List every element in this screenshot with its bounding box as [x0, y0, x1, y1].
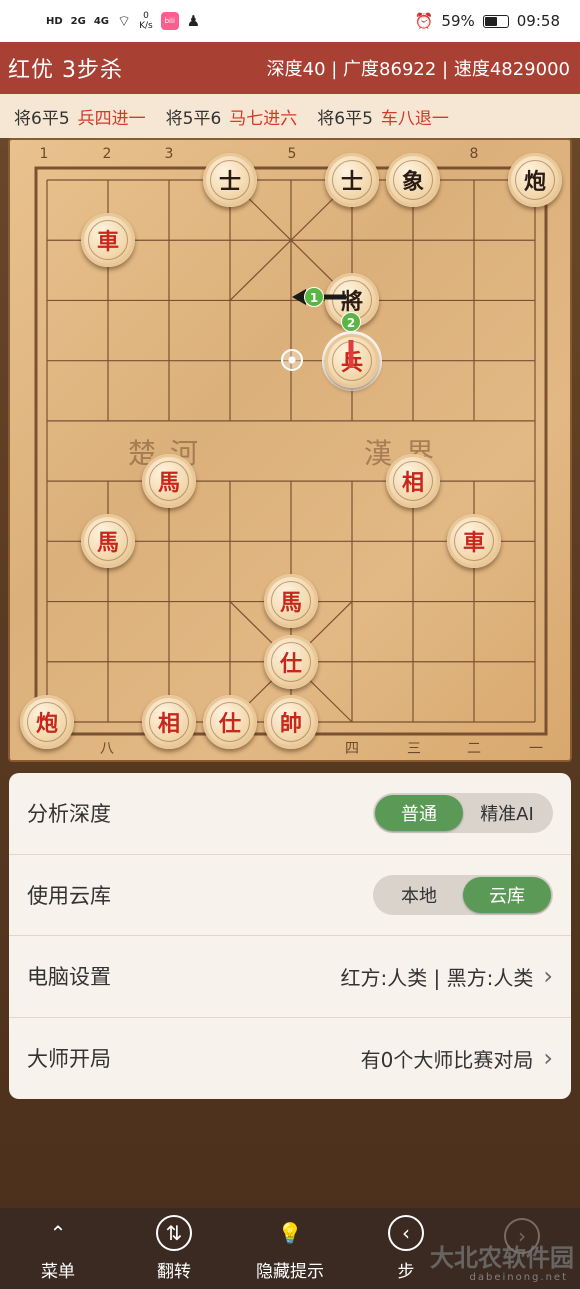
piece-label: 相	[393, 461, 433, 501]
alarm-icon: ⏰	[414, 12, 434, 30]
file-label-top: 5	[287, 146, 297, 162]
piece-label: 相	[149, 701, 189, 742]
piece-red[interactable]: 仕	[203, 694, 257, 749]
piece-label: 車	[88, 220, 128, 261]
piece-black[interactable]: 炮	[508, 153, 562, 207]
file-label-bottom: 四	[345, 741, 359, 757]
hd-indicator: HD	[46, 15, 63, 27]
cloud-library-label: 使用云库	[27, 883, 111, 908]
piece-label: 車	[454, 521, 494, 562]
piece-label: 馬	[271, 581, 311, 622]
bilibili-app-icon: bili	[160, 12, 179, 30]
piece-red[interactable]: 相	[386, 454, 440, 508]
flip-button[interactable]: ⇅ 翻转	[124, 1215, 224, 1282]
file-label-top: 1	[39, 146, 49, 162]
piece-red[interactable]: 馬	[142, 454, 196, 508]
piece-red[interactable]: 帥	[264, 694, 318, 749]
local-option[interactable]: 本地	[375, 877, 463, 913]
piece-black[interactable]: 士	[203, 153, 257, 207]
hide-hint-button[interactable]: 💡 隐藏提示	[240, 1215, 340, 1282]
settings-panel: 分析深度 普通 精准AI 使用云库 本地 云库 电脑设置 红方:人类 | 黑方:…	[9, 773, 571, 1099]
flip-icon: ⇅	[156, 1215, 192, 1251]
piece-label: 馬	[88, 521, 128, 562]
piece-label: 兵	[332, 340, 372, 381]
battery-icon	[482, 14, 509, 28]
signal-4g-icon: 4G	[93, 15, 110, 27]
watermark-logo: 大北农软件园	[430, 1243, 574, 1272]
cloud-library-toggle[interactable]: 本地 云库	[373, 874, 553, 915]
file-label-bottom: 一	[529, 741, 543, 757]
move-pair: 将6平5 车八退一	[317, 108, 449, 129]
file-label-bottom: 二	[467, 741, 481, 757]
depth-normal-option[interactable]: 普通	[375, 795, 463, 832]
file-label-bottom: 八	[100, 741, 114, 757]
watermark-url: dabeinong.net	[469, 1272, 568, 1283]
chevron-left-icon: ‹	[388, 1215, 424, 1251]
piece-red[interactable]: 馬	[81, 514, 135, 569]
chevron-right-icon: ›	[543, 962, 553, 991]
master-openings-value: 有0个大师比赛对局	[360, 1047, 534, 1072]
battery-percent: 59%	[441, 12, 475, 30]
principal-variation[interactable]: 将6平5 兵四进一 将5平6 马七进六 将6平5 车八退一	[0, 94, 580, 138]
piece-red[interactable]: 車	[81, 213, 135, 268]
piece-black[interactable]: 士	[325, 153, 379, 207]
clock: 09:58	[516, 12, 560, 30]
piece-label: 象	[393, 160, 433, 200]
piece-red[interactable]: 相	[142, 694, 196, 749]
master-openings-row[interactable]: 大师开局 有0个大师比赛对局 ›	[9, 1018, 571, 1100]
cloud-library-row: 使用云库 本地 云库	[9, 855, 571, 936]
menu-chevron-icon: ⌃	[49, 1221, 67, 1245]
piece-label: 仕	[210, 701, 250, 742]
menu-button[interactable]: ⌃ 菜单	[8, 1215, 108, 1282]
master-openings-label: 大师开局	[27, 1047, 111, 1072]
move-pair: 将5平6 马七进六	[165, 108, 298, 129]
hint-marker-1: 1	[304, 287, 324, 307]
status-bar: HD 2G 4G ⌔ 0 K/s bili ♟ ⏰ 59% 09:58	[0, 0, 580, 42]
file-label-bottom: 三	[407, 741, 421, 757]
piece-label: 馬	[149, 461, 189, 501]
piece-label: 仕	[271, 641, 311, 682]
piece-label: 炮	[515, 160, 555, 200]
xiangqi-board[interactable]: 1 2 3 5 8 八 四 三 二 一 楚河 漢界 士士象炮車將兵馬相馬車馬仕炮…	[8, 138, 572, 762]
qq-icon: ♟	[186, 12, 201, 30]
file-label-top: 2	[102, 146, 112, 162]
signal-2g-icon: 2G	[70, 15, 86, 27]
analysis-depth-row: 分析深度 普通 精准AI	[9, 773, 571, 855]
engine-stats: 深度40 | 广度86922 | 速度4829000	[266, 59, 570, 80]
analysis-header: 红优 3步杀 深度40 | 广度86922 | 速度4829000	[0, 42, 580, 94]
piece-label: 帥	[271, 701, 311, 742]
chevron-right-icon: ›	[543, 1044, 553, 1073]
lightbulb-icon: 💡	[277, 1221, 303, 1245]
file-label-top: 8	[469, 146, 479, 162]
piece-red[interactable]: 仕	[264, 634, 318, 689]
piece-label: 士	[210, 160, 250, 200]
move-target-dot[interactable]	[281, 349, 303, 371]
piece-red[interactable]: 馬	[264, 574, 318, 629]
depth-precise-ai-option[interactable]: 精准AI	[463, 795, 551, 831]
computer-settings-label: 电脑设置	[27, 965, 111, 990]
piece-red[interactable]: 車	[447, 514, 501, 569]
piece-red[interactable]: 炮	[20, 694, 74, 749]
piece-label: 士	[332, 160, 372, 200]
cloud-option[interactable]: 云库	[463, 876, 551, 913]
piece-black[interactable]: 象	[386, 153, 440, 207]
computer-settings-row[interactable]: 电脑设置 红方:人类 | 黑方:人类 ›	[9, 936, 571, 1018]
piece-label: 炮	[27, 701, 67, 742]
piece-red[interactable]: 兵	[325, 333, 379, 388]
network-speed: 0 K/s	[139, 11, 153, 31]
analysis-title: 红优 3步杀	[8, 58, 123, 83]
file-label-top: 3	[164, 146, 174, 162]
wifi-icon: ⌔	[117, 11, 132, 30]
hint-marker-2: 2	[341, 312, 361, 332]
computer-settings-value: 红方:人类 | 黑方:人类	[340, 965, 534, 990]
analysis-depth-label: 分析深度	[27, 802, 111, 827]
move-pair: 将6平5 兵四进一	[14, 108, 146, 129]
analysis-depth-toggle[interactable]: 普通 精准AI	[373, 793, 553, 834]
